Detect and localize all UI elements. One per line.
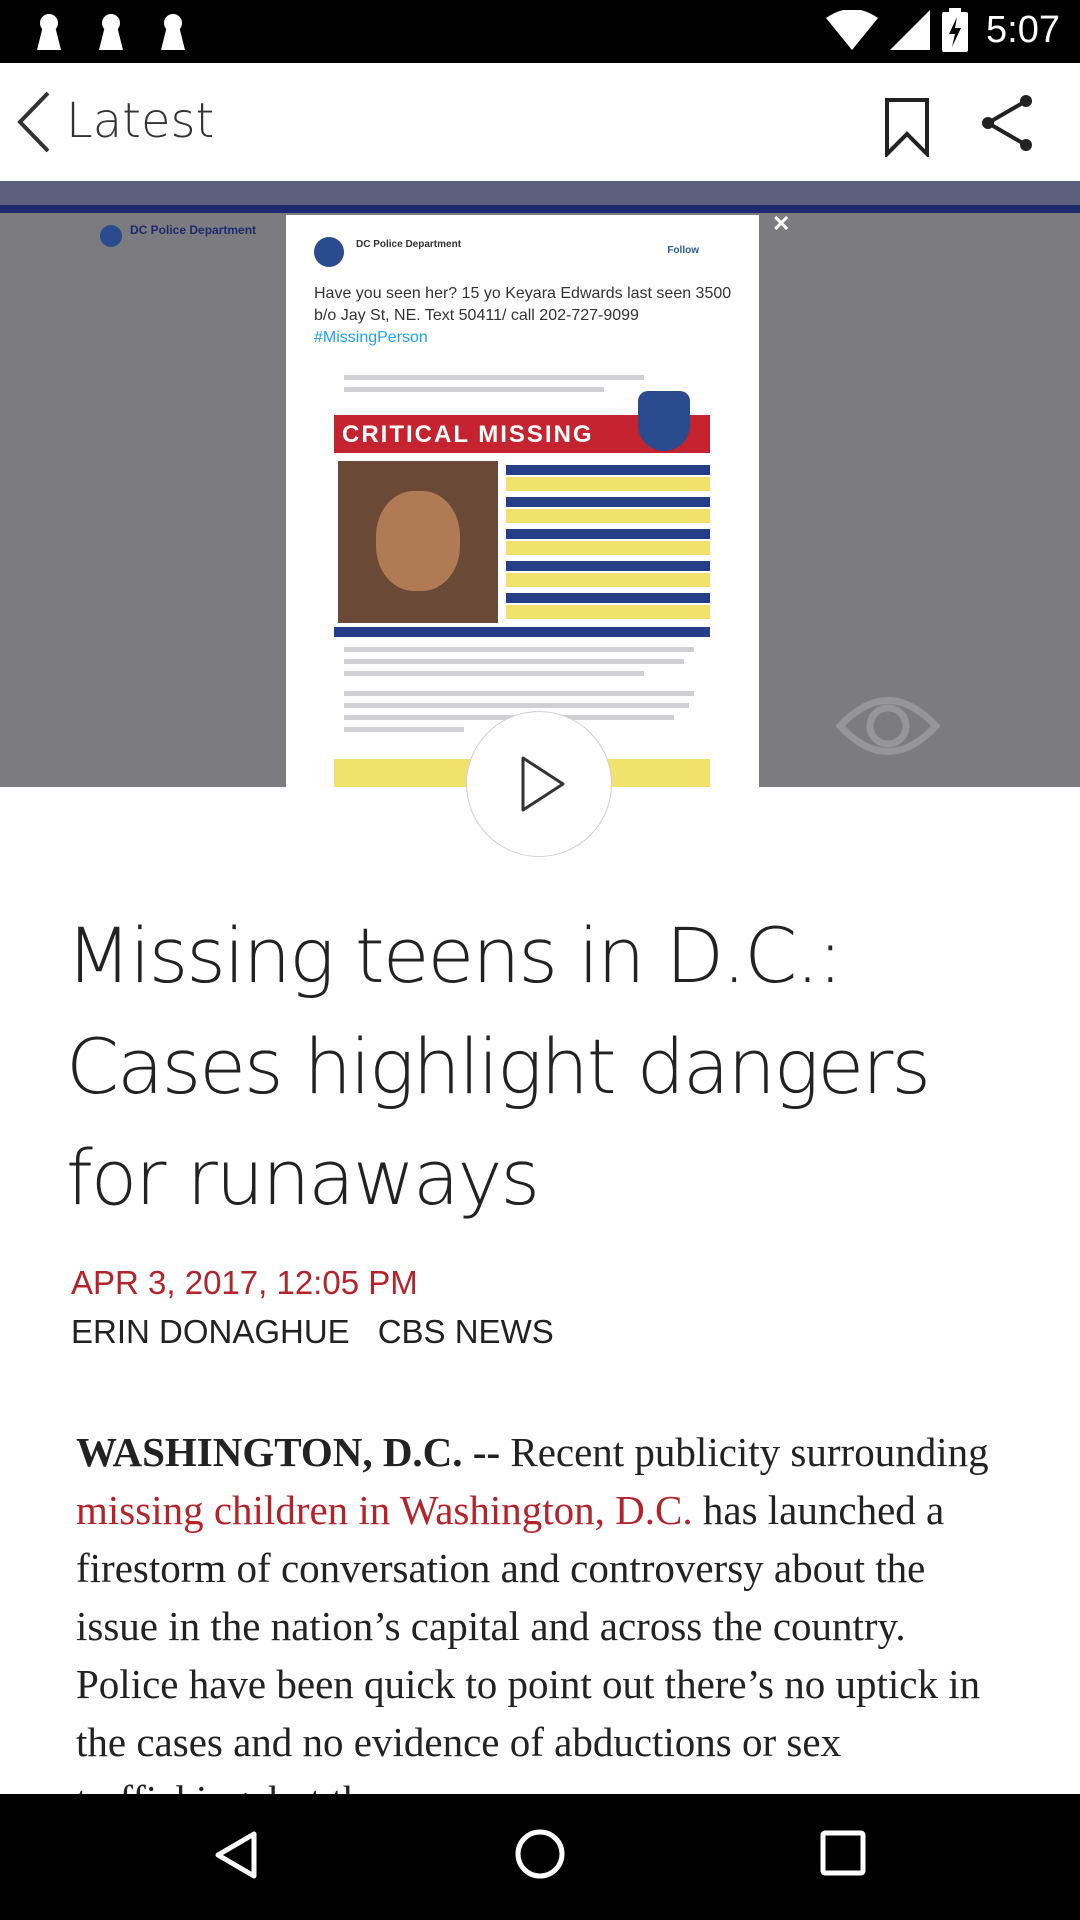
play-button[interactable]	[466, 711, 612, 857]
flyer-text-line	[344, 647, 694, 652]
back-label[interactable]: Latest	[66, 93, 214, 149]
flyer-field-value	[506, 605, 710, 619]
article-body-intro: Recent publicity surrounding	[510, 1429, 989, 1475]
flyer-text-line	[344, 659, 684, 664]
article-author[interactable]: ERIN DONAGHUE	[71, 1313, 350, 1351]
flyer-navy-band	[334, 627, 710, 637]
tweet-avatar	[314, 237, 344, 267]
article-body-rest: has launched a firestorm of conversation…	[76, 1487, 981, 1823]
clock: 5:07	[986, 8, 1060, 51]
thumbnail-account-name: DC Police Department	[130, 223, 257, 237]
article-link[interactable]: missing children in Washington, D.C.	[76, 1487, 693, 1533]
system-nav-bar	[0, 1794, 1080, 1920]
thumbnail-close-icon: ✕	[772, 211, 791, 236]
flyer-field-label	[506, 465, 710, 475]
flyer-header-line	[344, 387, 604, 392]
flyer-text-line	[344, 671, 644, 676]
flyer-field-value	[506, 477, 710, 491]
flyer-field-label	[506, 497, 710, 507]
pin-icon	[158, 14, 188, 50]
share-icon[interactable]	[980, 93, 1036, 153]
tweet-card: DC Police Department Follow Have you see…	[286, 215, 759, 787]
app-bar: Latest	[0, 63, 1080, 181]
flyer-field-value	[506, 541, 710, 555]
thumbnail-browser-bar	[0, 181, 1080, 205]
article-dateline: WASHINGTON, D.C. --	[76, 1429, 501, 1475]
system-icons: 5:07	[826, 8, 1060, 52]
video-thumbnail[interactable]: DC Police Department ✕ DC Police Departm…	[0, 181, 1080, 787]
thumbnail-navy-band	[0, 205, 1080, 213]
play-icon	[521, 756, 565, 812]
flyer-header-line	[344, 375, 644, 380]
flyer-field-label	[506, 561, 710, 571]
back-chevron-icon[interactable]	[14, 89, 58, 155]
home-circle-icon[interactable]	[514, 1828, 566, 1880]
back-triangle-icon[interactable]	[214, 1830, 258, 1880]
flyer-title: CRITICAL MISSING	[342, 421, 594, 448]
pin-icon	[34, 14, 64, 50]
flyer-text-line	[344, 727, 464, 732]
flyer-text-line	[344, 703, 689, 708]
flyer-field-value	[506, 573, 710, 587]
pin-icon	[96, 14, 126, 50]
article-headline: Missing teens in D.C.: Cases highlight d…	[66, 911, 931, 1222]
police-seal-icon	[638, 391, 690, 451]
tweet-text: Have you seen her? 15 yo Keyara Edwards …	[314, 283, 734, 349]
status-bar: 5:07	[0, 0, 1080, 63]
flyer-field-label	[506, 529, 710, 539]
article-byline: ERIN DONAGHUE CBS NEWS	[71, 1313, 554, 1351]
signal-icon	[890, 10, 931, 50]
flyer-field-label	[506, 593, 710, 603]
flyer-text-line	[344, 691, 694, 696]
tweet-follow: Follow	[667, 245, 699, 256]
flyer-photo	[338, 461, 498, 623]
tweet-account: DC Police Department	[356, 239, 462, 250]
tweet-text-body: Have you seen her? 15 yo Keyara Edwards …	[314, 285, 732, 324]
bookmark-icon[interactable]	[884, 97, 930, 157]
cbs-eye-icon	[836, 697, 940, 755]
flyer-field-value	[506, 509, 710, 523]
article-body: WASHINGTON, D.C. -- Recent publicity sur…	[76, 1423, 1016, 1829]
wifi-icon	[826, 10, 879, 50]
battery-charging-icon	[942, 8, 969, 52]
notification-icons	[34, 14, 188, 50]
article-date: APR 3, 2017, 12:05 PM	[71, 1264, 418, 1301]
tweet-hashtag: #MissingPerson	[314, 329, 428, 346]
article-source: CBS NEWS	[377, 1313, 554, 1350]
thumbnail-account-avatar	[100, 225, 122, 247]
recents-square-icon[interactable]	[820, 1830, 866, 1876]
